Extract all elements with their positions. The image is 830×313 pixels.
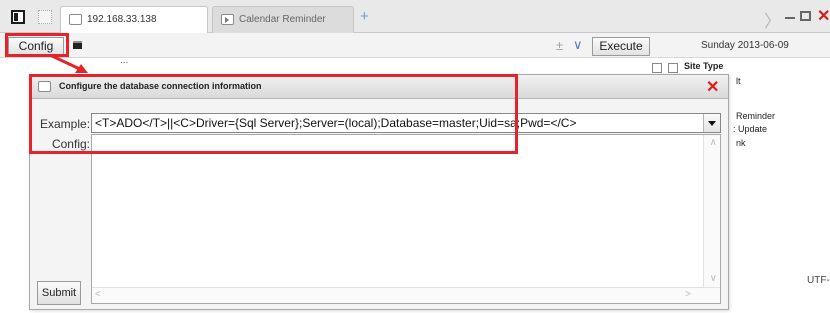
execute-button[interactable]: Execute	[592, 37, 650, 56]
terminal-icon[interactable]	[73, 41, 82, 49]
grid-icon[interactable]	[38, 10, 52, 24]
tab-192-168-33-138[interactable]: 192.168.33.138	[60, 6, 208, 33]
list-item: nk	[736, 138, 746, 148]
list-item: Reminder	[736, 111, 776, 121]
forward-icon[interactable]: 〉	[764, 7, 781, 32]
close-icon[interactable]: ✕	[706, 77, 719, 97]
tab-label: Calendar Reminder	[239, 14, 326, 25]
checkbox[interactable]	[668, 63, 678, 73]
config-textarea[interactable]: ∧ ∨ < >	[91, 134, 721, 304]
new-tab-button[interactable]: +	[360, 8, 369, 25]
horizontal-scrollbar[interactable]: < >	[92, 287, 720, 303]
scroll-down-icon[interactable]: ∨	[710, 273, 717, 284]
sidebar-toggle-icon[interactable]	[11, 10, 25, 24]
scroll-right-icon[interactable]: >	[685, 289, 691, 300]
annotation-highlight-config	[5, 33, 69, 57]
tab-label: 192.168.33.138	[87, 14, 157, 25]
tab-calendar-reminder[interactable]: Calendar Reminder	[212, 6, 354, 33]
vertical-scrollbar[interactable]: ∧ ∨	[703, 135, 720, 287]
tab-bar: 192.168.33.138 Calendar Reminder + 〉 ✕	[0, 0, 830, 33]
chevron-down-icon[interactable]: ∨	[573, 37, 583, 53]
ellipsis-text: ...	[120, 55, 129, 66]
date-display: Sunday 2013-06-09	[701, 40, 789, 51]
checkbox[interactable]	[652, 63, 662, 73]
submit-button[interactable]: Submit	[37, 281, 81, 305]
minimize-icon[interactable]	[785, 17, 795, 19]
page-icon	[69, 14, 82, 25]
list-item: lt	[736, 76, 741, 86]
scroll-up-icon[interactable]: ∧	[710, 137, 717, 148]
encoding-status: UTF-	[807, 275, 830, 286]
close-window-icon[interactable]: ✕	[817, 6, 830, 26]
dropdown-arrow-icon[interactable]	[703, 114, 720, 132]
list-item: : Update	[733, 124, 768, 134]
plus-minus-icon[interactable]: ±	[556, 38, 563, 53]
site-type-header: Site Type	[684, 61, 724, 71]
annotation-highlight-dialog	[29, 74, 518, 154]
scroll-left-icon[interactable]: <	[95, 289, 101, 300]
calendar-play-icon	[221, 14, 234, 25]
maximize-icon[interactable]	[800, 11, 811, 21]
